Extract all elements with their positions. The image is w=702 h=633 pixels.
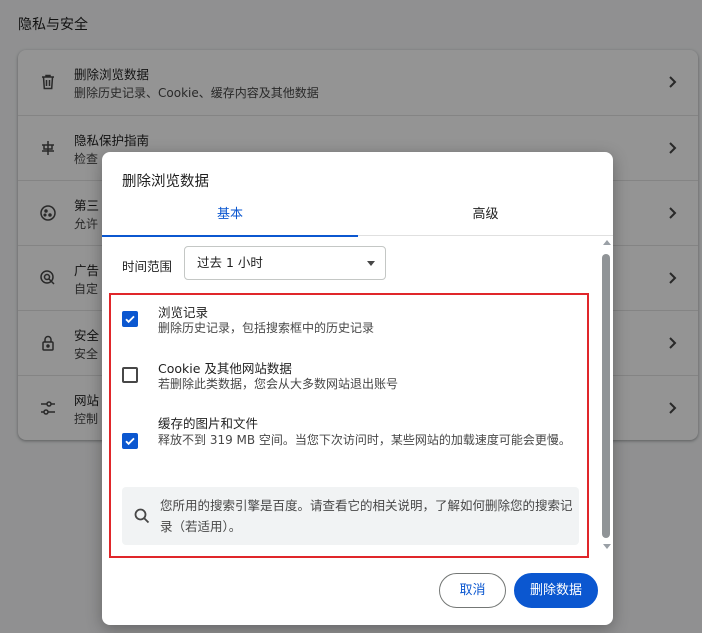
scroll-down-arrow-icon[interactable] <box>603 544 611 549</box>
scroll-thumb[interactable] <box>602 254 610 538</box>
cache-option-subtitle: 释放不到 319 MB 空间。当您下次访问时，某些网站的加载速度可能会更慢。 <box>158 433 571 447</box>
time-range-label: 时间范围 <box>122 259 173 274</box>
delete-data-button[interactable]: 删除数据 <box>514 573 598 608</box>
search-icon <box>132 506 152 526</box>
clear-browsing-data-dialog: 删除浏览数据 基本 高级 时间范围 过去 1 小时 浏览记录 删除历史记录，包括… <box>102 152 613 625</box>
checkmark-icon <box>125 437 135 446</box>
tab-bar: 基本 高级 <box>102 200 613 237</box>
history-option-subtitle: 删除历史记录，包括搜索框中的历史记录 <box>158 321 375 335</box>
checkmark-icon <box>125 315 135 324</box>
time-range-value: 过去 1 小时 <box>197 255 263 270</box>
dialog-scrollbar[interactable] <box>600 238 613 554</box>
cookies-checkbox[interactable] <box>122 367 138 383</box>
cancel-button[interactable]: 取消 <box>439 573 506 608</box>
scroll-up-arrow-icon[interactable] <box>603 240 611 245</box>
cache-checkbox[interactable] <box>122 433 138 449</box>
cookies-option-subtitle: 若删除此类数据，您会从大多数网站退出账号 <box>158 377 399 391</box>
search-engine-info-text: 您所用的搜索引擎是百度。请查看它的相关说明，了解如何删除您的搜索记录（若适用）。 <box>160 498 573 534</box>
dialog-title: 删除浏览数据 <box>122 174 209 190</box>
tab-basic[interactable]: 基本 <box>102 200 358 237</box>
history-checkbox[interactable] <box>122 311 138 327</box>
tab-advanced[interactable]: 高级 <box>358 200 613 236</box>
dropdown-arrow-icon <box>367 261 375 266</box>
time-range-select[interactable]: 过去 1 小时 <box>184 246 386 280</box>
search-engine-info: 您所用的搜索引擎是百度。请查看它的相关说明，了解如何删除您的搜索记录（若适用）。 <box>122 487 579 545</box>
